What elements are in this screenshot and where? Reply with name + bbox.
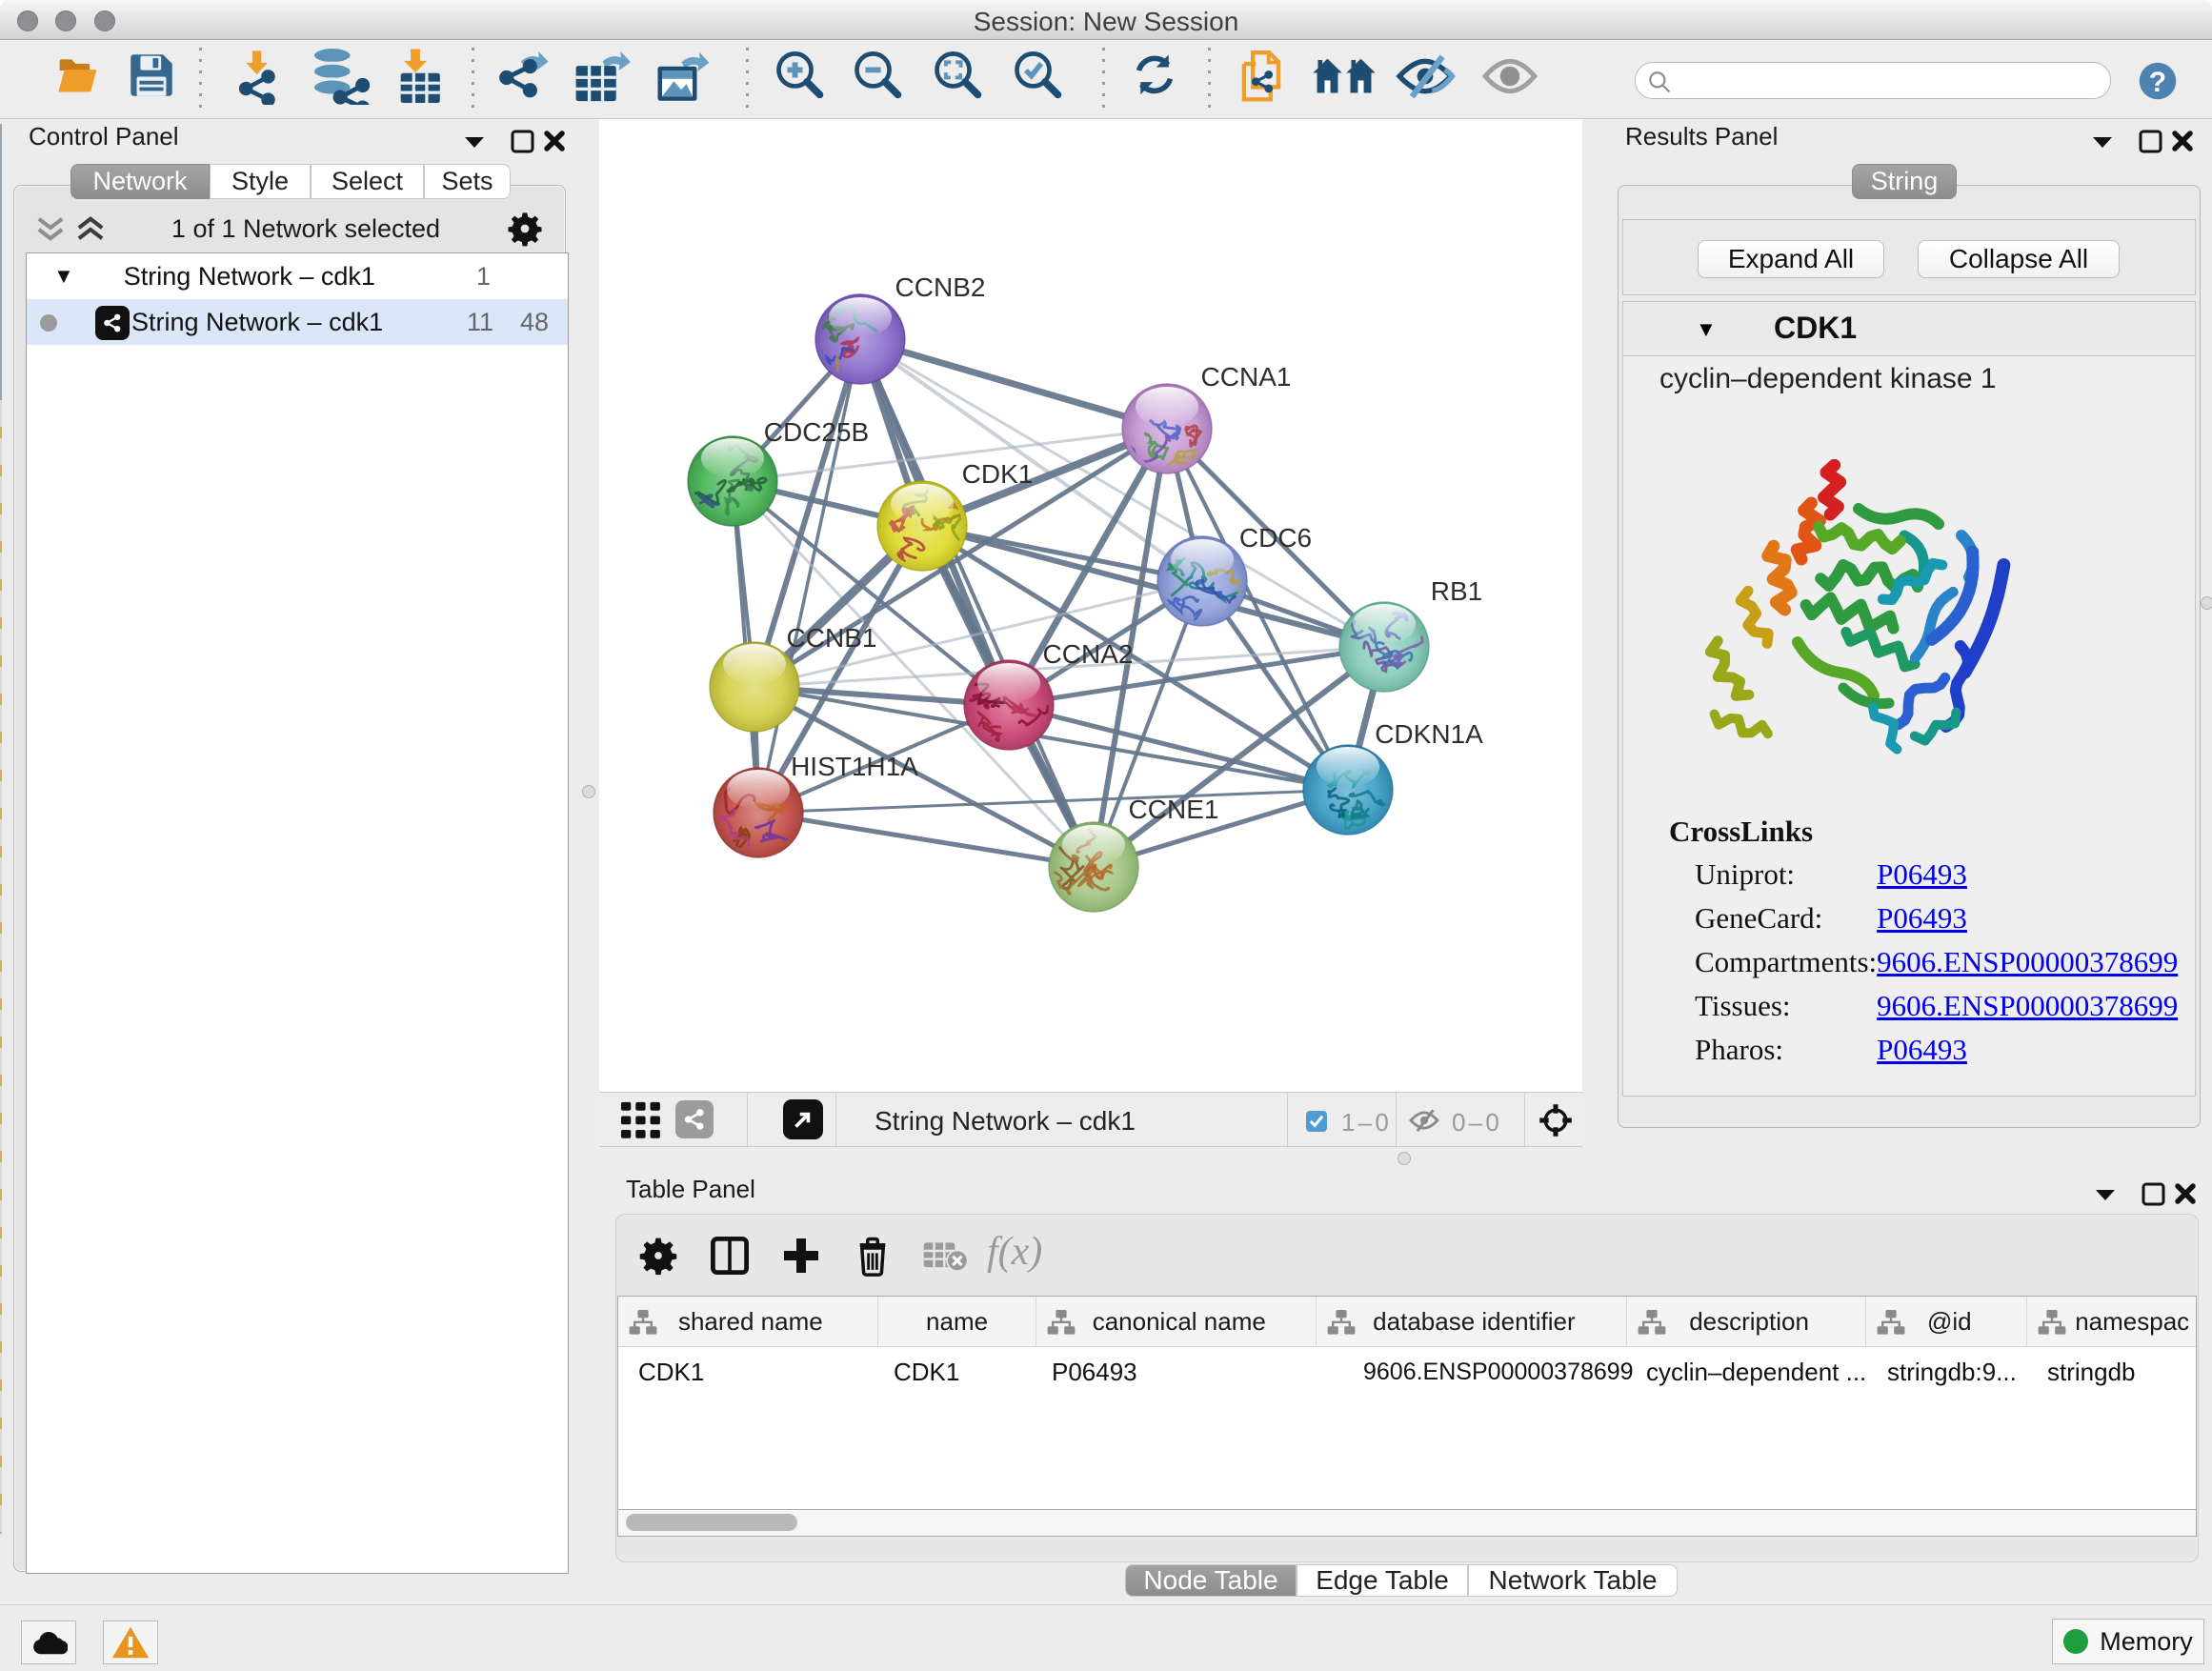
svg-text:CCNB1: CCNB1 [787, 623, 877, 653]
svg-text:CDK1: CDK1 [962, 459, 1034, 489]
svg-text:CDC6: CDC6 [1239, 523, 1312, 553]
svg-text:CDC25B: CDC25B [764, 417, 869, 447]
svg-text:CCNA1: CCNA1 [1201, 362, 1292, 392]
svg-text:CCNA2: CCNA2 [1043, 639, 1134, 669]
svg-text:RB1: RB1 [1431, 576, 1482, 606]
svg-text:HIST1H1A: HIST1H1A [791, 752, 918, 781]
svg-text:CCNB2: CCNB2 [895, 272, 986, 302]
svg-text:?: ? [2149, 67, 2166, 98]
svg-text:CDKN1A: CDKN1A [1375, 719, 1483, 749]
svg-text:CCNE1: CCNE1 [1129, 795, 1219, 824]
